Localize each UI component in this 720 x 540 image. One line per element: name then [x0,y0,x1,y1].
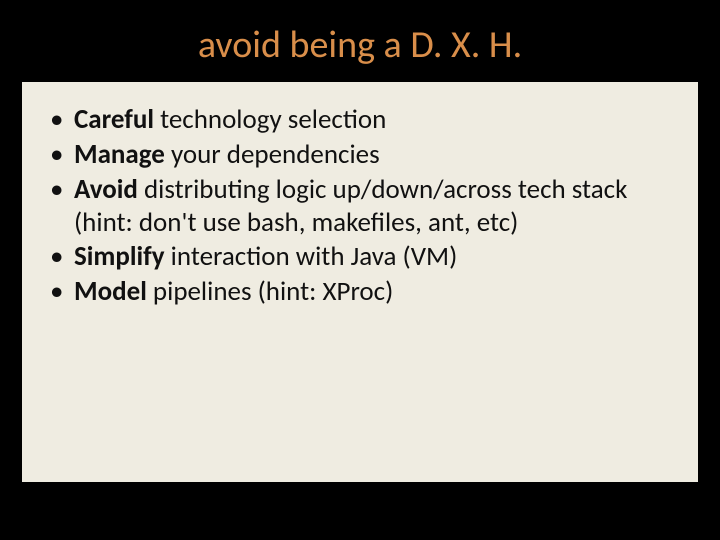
bullet-rest: your dependencies [165,138,380,171]
bullet-rest: interaction with Java (VM) [165,240,458,273]
bullet-bold: Manage [74,138,165,171]
list-item: Model pipelines (hint: XProc) [46,276,684,309]
bullet-bold: Careful [74,103,154,136]
bullet-bold: Avoid [74,173,138,206]
bullet-rest: pipelines (hint: XProc) [147,275,393,308]
bullet-list: Careful technology selection Manage your… [46,104,684,310]
bullet-rest: technology selection [154,103,386,136]
list-item: Simplify interaction with Java (VM) [46,241,684,274]
list-item: Careful technology selection [46,104,684,137]
bullet-rest: distributing logic up/down/across tech s… [74,173,627,239]
slide: avoid being a D. X. H. Careful technolog… [0,0,720,540]
slide-title: avoid being a D. X. H. [22,24,698,68]
list-item: Avoid distributing logic up/down/across … [46,174,684,240]
list-item: Manage your dependencies [46,139,684,172]
bullet-bold: Model [74,275,147,308]
slide-body: Careful technology selection Manage your… [22,82,698,482]
bullet-bold: Simplify [74,240,165,273]
